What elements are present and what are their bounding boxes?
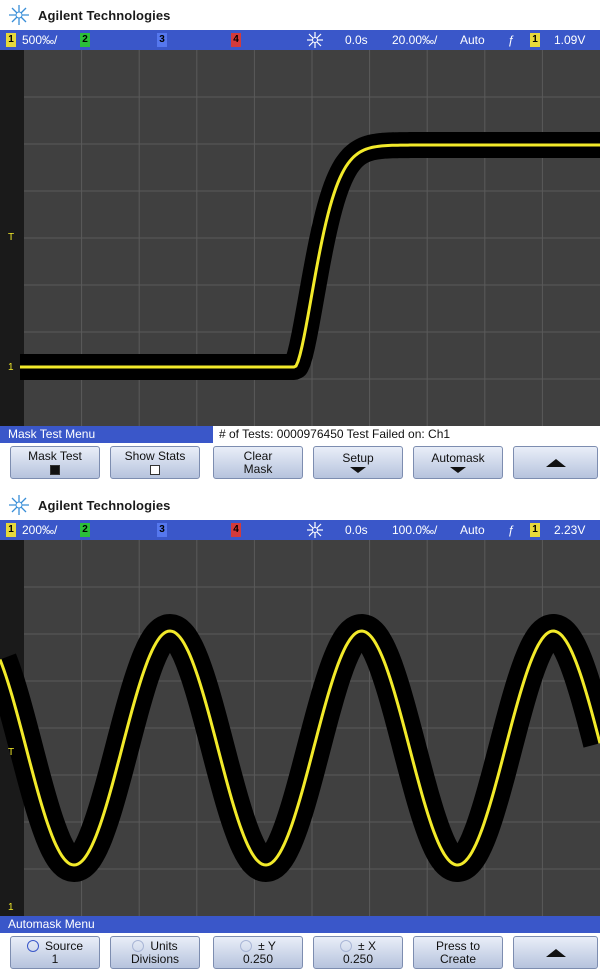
brand-name: Agilent Technologies <box>38 7 171 23</box>
create-mask-softkey[interactable]: Press to Create <box>413 936 503 969</box>
submenu-arrow-icon <box>450 467 466 473</box>
trigger-level: 1.09V <box>554 33 586 47</box>
channel-3-badge[interactable]: 3 <box>157 523 167 537</box>
trigger-level-marker: T <box>8 747 14 758</box>
softkey-label: Automask <box>431 451 485 465</box>
menu-bar: Mask Test Menu # of Tests: 0000976450 Te… <box>0 426 600 443</box>
softkey-label: Show Stats <box>124 449 186 463</box>
trigger-level-marker: T <box>8 232 14 243</box>
softkey-label: Press to <box>435 938 480 953</box>
agilent-spark-icon <box>9 5 29 25</box>
channel-1-scale: 200‰/ <box>22 523 58 537</box>
channel-3-badge[interactable]: 3 <box>157 33 167 47</box>
setup-softkey[interactable]: Setup <box>313 446 403 479</box>
up-arrow-icon <box>545 458 566 467</box>
back-softkey[interactable] <box>513 446 598 479</box>
entry-knob-icon <box>132 940 145 952</box>
sine-waveform: T1 <box>0 540 600 916</box>
trigger-edge-icon: ƒ <box>508 33 515 47</box>
status-bar: 1 200‰/ 2 3 4 0.0s 100.0‰/ Auto ƒ 1 2.23… <box>0 520 600 540</box>
waveform-display[interactable]: T1 <box>0 50 600 426</box>
agilent-spark-icon <box>9 495 29 515</box>
delay-value: 0.0s <box>345 33 368 47</box>
softkey-value: Create <box>439 951 477 966</box>
channel-2-badge[interactable]: 2 <box>80 523 90 537</box>
channel-4-badge[interactable]: 4 <box>231 33 241 47</box>
entry-knob-icon <box>240 940 253 952</box>
status-bar: 1 500‰/ 2 3 4 0.0s 20.00‰/ Auto ƒ 1 1.09… <box>0 30 600 50</box>
menu-title: Mask Test Menu <box>8 427 96 441</box>
softkey-label: Clear <box>243 448 273 463</box>
trigger-source-badge: 1 <box>530 33 540 47</box>
softkey-label: Mask <box>243 461 273 476</box>
mask-test-checkbox <box>50 465 60 475</box>
entry-knob-icon <box>26 940 39 952</box>
softkey-value: 0.250 <box>242 951 274 966</box>
y-tolerance-softkey[interactable]: ± Y 0.250 <box>213 936 303 969</box>
channel-1-scale: 500‰/ <box>22 33 58 47</box>
units-softkey[interactable]: Units Divisions <box>110 936 200 969</box>
trigger-position-icon <box>307 522 323 538</box>
brand-name: Agilent Technologies <box>38 497 171 513</box>
channel-1-badge[interactable]: 1 <box>6 33 16 47</box>
channel-1-ground-marker: 1 <box>8 362 14 373</box>
show-stats-checkbox <box>150 465 160 475</box>
mask-test-softkey[interactable]: Mask Test <box>10 446 100 479</box>
brand-bar: Agilent Technologies <box>0 0 600 30</box>
softkey-label: ± Y <box>258 938 276 953</box>
back-softkey[interactable] <box>513 936 598 969</box>
waveform-display[interactable]: T1 <box>0 540 600 916</box>
automask-softkey[interactable]: Automask <box>413 446 503 479</box>
step-response-waveform: T1 <box>0 50 600 426</box>
scope-panel-bottom: Agilent Technologies 1 200‰/ 2 3 4 0.0s … <box>0 490 600 979</box>
menu-bar: Automask Menu <box>0 916 600 933</box>
softkey-value: Divisions <box>130 951 179 966</box>
timebase-value: 100.0‰/ <box>392 523 438 537</box>
softkey-label: Setup <box>342 451 374 465</box>
entry-knob-icon <box>340 940 353 952</box>
trigger-source-badge: 1 <box>530 523 540 537</box>
softkey-label: Mask Test <box>28 449 82 463</box>
channel-1-ground-marker: 1 <box>8 902 14 913</box>
softkey-label: ± X <box>358 938 376 953</box>
trigger-level: 2.23V <box>554 523 586 537</box>
up-arrow-icon <box>545 948 566 957</box>
softkey-row: Source 1 Units Divisions ± Y 0.250 ± X 0… <box>0 933 600 971</box>
channel-1-badge[interactable]: 1 <box>6 523 16 537</box>
x-tolerance-softkey[interactable]: ± X 0.250 <box>313 936 403 969</box>
scope-panel-top: Agilent Technologies 1 500‰/ 2 3 4 0.0s … <box>0 0 600 488</box>
delay-value: 0.0s <box>345 523 368 537</box>
channel-4-badge[interactable]: 4 <box>231 523 241 537</box>
trigger-mode: Auto <box>460 523 485 537</box>
softkey-value: 0.250 <box>342 951 374 966</box>
show-stats-softkey[interactable]: Show Stats <box>110 446 200 479</box>
brand-bar: Agilent Technologies <box>0 490 600 520</box>
softkey-label: Source <box>44 938 84 953</box>
trigger-edge-icon: ƒ <box>508 523 515 537</box>
trigger-position-icon <box>307 32 323 48</box>
trigger-mode: Auto <box>460 33 485 47</box>
mask-region <box>9 132 600 380</box>
softkey-row: Mask Test Show Stats Clear Mask Setup Au… <box>0 443 600 481</box>
softkey-label: Units <box>150 938 178 953</box>
softkey-value: 1 <box>51 951 59 966</box>
source-softkey[interactable]: Source 1 <box>10 936 100 969</box>
timebase-value: 20.00‰/ <box>392 33 438 47</box>
menu-title: Automask Menu <box>8 917 95 931</box>
submenu-arrow-icon <box>350 467 366 473</box>
channel-2-badge[interactable]: 2 <box>80 33 90 47</box>
mask-region <box>0 614 600 882</box>
test-status-message: # of Tests: 0000976450 Test Failed on: C… <box>213 426 600 443</box>
clear-mask-softkey[interactable]: Clear Mask <box>213 446 303 479</box>
